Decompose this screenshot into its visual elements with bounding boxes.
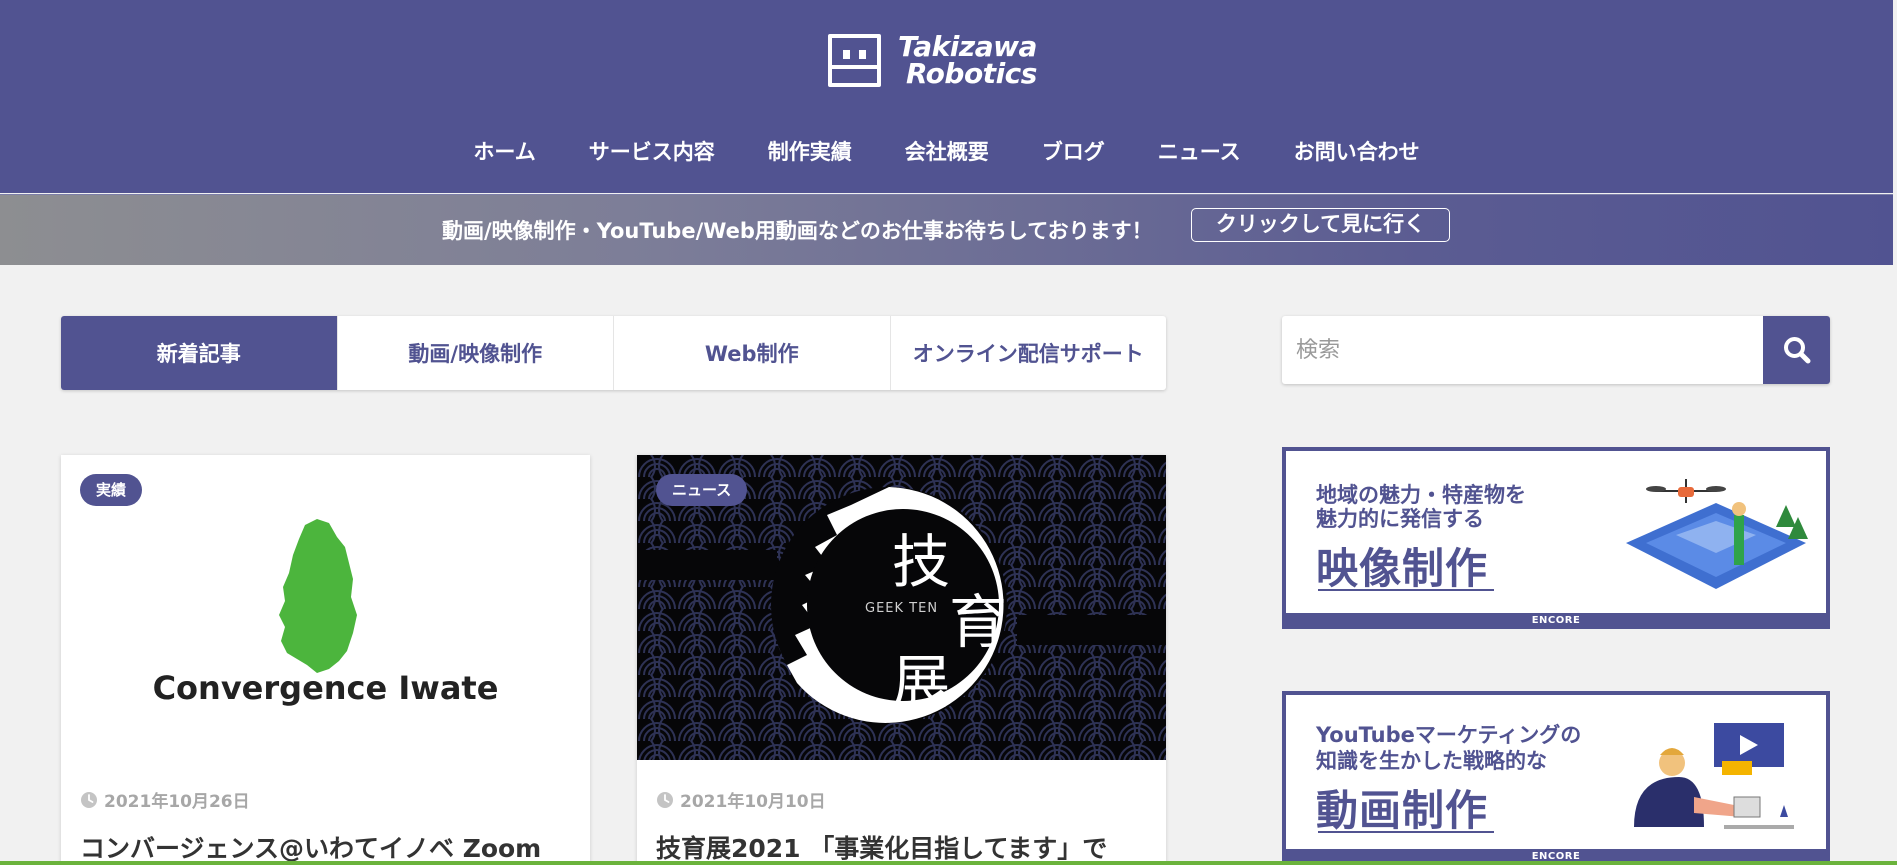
banner-heading: 映像制作 (1316, 544, 1489, 593)
article-title[interactable]: 技育展2021 「事業化目指してます」で (656, 829, 1107, 865)
nav-item-home[interactable]: ホーム (473, 134, 535, 170)
post-date-text: 2021年10月26日 (104, 792, 250, 812)
site-header: Takizawa Robotics ホーム サービス内容 制作実績 会社概要 ブ… (0, 0, 1893, 193)
search-box (1282, 316, 1830, 384)
banner-underline (1318, 589, 1494, 591)
article-thumbnail[interactable]: GEEK TEN 技 育 展 ニュース (637, 455, 1166, 760)
geek-ten-label: GEEK TEN (865, 601, 939, 616)
marketing-illustration (1634, 723, 1794, 829)
search-input[interactable] (1282, 316, 1762, 384)
robot-logo-icon (828, 34, 881, 87)
banner-footer: ENCORE (1286, 613, 1826, 629)
thumbnail-caption: Convergence Iwate (152, 669, 499, 707)
tab-web-production[interactable]: Web制作 (614, 316, 891, 390)
category-tabs: 新着記事 動画/映像制作 Web制作 オンライン配信サポート (61, 316, 1166, 390)
nav-item-services[interactable]: サービス内容 (589, 134, 715, 170)
main-nav: ホーム サービス内容 制作実績 会社概要 ブログ ニュース お問い合わせ (0, 134, 1893, 170)
article-thumbnail[interactable]: Convergence Iwate 実績 (61, 455, 590, 760)
clock-icon (81, 791, 97, 808)
post-date: 2021年10月10日 (656, 787, 826, 812)
drone-illustration (1626, 479, 1808, 589)
promo-button[interactable]: クリックして見に行く (1191, 208, 1450, 242)
banner-line-2: 知識を生かした戦略的な (1316, 749, 1547, 773)
promo-bar: 動画/映像制作・YouTube/Web用動画などのお仕事お待ちしております！ ク… (0, 194, 1893, 265)
article-title[interactable]: コンバージェンス@いわてイノベ Zoom (80, 829, 541, 865)
nav-item-news[interactable]: ニュース (1158, 134, 1241, 170)
nav-item-works[interactable]: 制作実績 (768, 134, 852, 170)
nav-item-blog[interactable]: ブログ (1042, 134, 1105, 170)
banner-underline (1318, 831, 1494, 833)
promo-text: 動画/映像制作・YouTube/Web用動画などのお仕事お待ちしております！ (442, 219, 1153, 243)
post-date-text: 2021年10月10日 (680, 792, 826, 812)
clock-icon (657, 791, 673, 808)
nav-item-contact[interactable]: お問い合わせ (1294, 134, 1420, 170)
post-date: 2021年10月26日 (80, 787, 250, 812)
search-button[interactable] (1763, 316, 1830, 384)
category-badge: ニュース (656, 474, 748, 506)
video-production-banner[interactable]: 地域の魅力・特産物を 魅力的に発信する 映像制作 ENCORE (1282, 447, 1830, 629)
article-card[interactable]: GEEK TEN 技 育 展 ニュース 2021年10月10日 技育展2021 … (637, 455, 1166, 865)
kanji-iku: 育 (949, 588, 1008, 656)
bottom-accent-line (0, 861, 1897, 865)
banner-line-2: 魅力的に発信する (1316, 507, 1484, 531)
kanji-gi: 技 (892, 528, 951, 596)
nav-item-company[interactable]: 会社概要 (905, 134, 989, 170)
banner-heading: 動画制作 (1316, 786, 1489, 835)
search-icon (1783, 337, 1810, 364)
tab-online-streaming[interactable]: オンライン配信サポート (891, 316, 1167, 390)
category-badge: 実績 (80, 474, 143, 506)
youtube-video-banner[interactable]: YouTubeマーケティングの 知識を生かした戦略的な 動画制作 ENCORE (1282, 691, 1830, 865)
tab-new-articles[interactable]: 新着記事 (61, 316, 338, 390)
logo-wordmark: Takizawa Robotics (898, 30, 1037, 90)
article-card[interactable]: Convergence Iwate 実績 2021年10月26日 コンバージェン… (61, 455, 590, 865)
iwate-map-image (279, 519, 357, 673)
site-logo[interactable]: Takizawa Robotics (828, 33, 1064, 89)
kanji-ten: 展 (892, 648, 951, 716)
tab-video-production[interactable]: 動画/映像制作 (338, 316, 614, 390)
